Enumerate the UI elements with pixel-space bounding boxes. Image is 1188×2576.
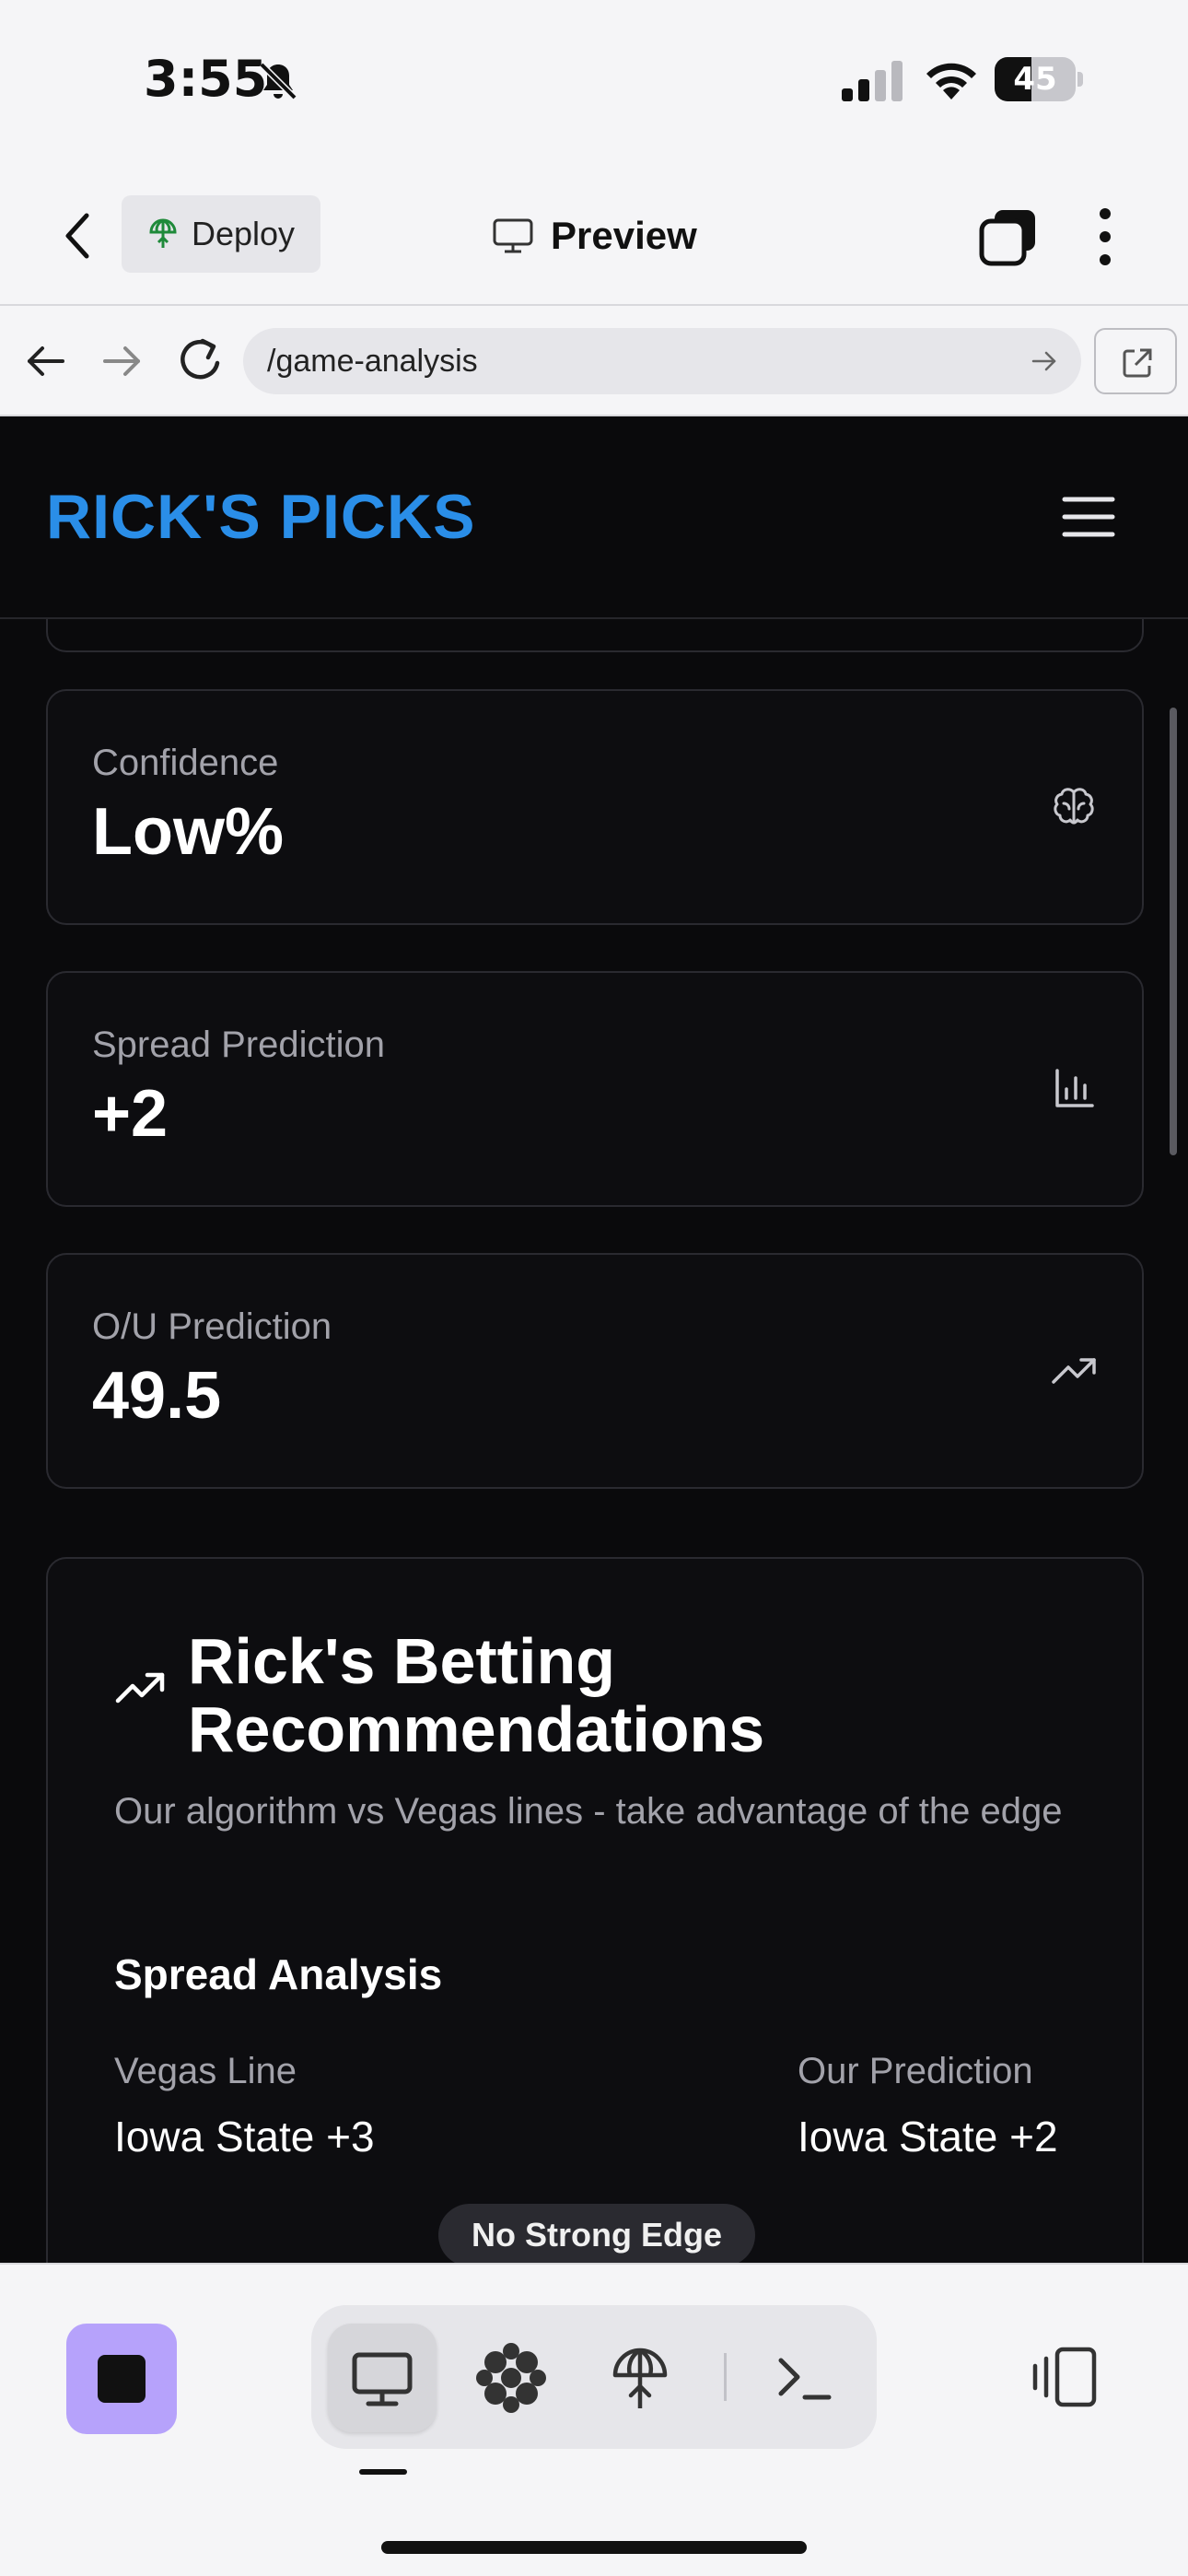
browser-url-bar: /game-analysis — [0, 306, 1188, 416]
battery-indicator: 45 — [995, 57, 1083, 101]
url-field[interactable]: /game-analysis — [243, 328, 1081, 394]
wifi-icon — [926, 63, 976, 100]
status-bar: 3:55 45 — [0, 0, 1188, 166]
previous-card — [46, 619, 1144, 652]
back-chevron-icon[interactable] — [57, 208, 98, 263]
mode-workspace-button[interactable] — [457, 2324, 565, 2432]
open-external-button[interactable] — [1094, 328, 1177, 394]
stat-label: Confidence — [92, 743, 279, 783]
more-menu-icon[interactable] — [1087, 205, 1124, 269]
mode-terminal-button[interactable] — [750, 2324, 858, 2432]
vegas-line-value: Iowa State +3 — [114, 2113, 375, 2160]
recommendations-subtitle: Our algorithm vs Vegas lines - take adva… — [114, 1791, 1063, 1832]
site-header: RICK'S PICKS — [0, 418, 1188, 619]
active-mode-indicator — [359, 2469, 407, 2475]
brain-icon — [1054, 788, 1094, 825]
bar-chart-icon — [1055, 1069, 1094, 1107]
stop-icon — [98, 2355, 146, 2403]
page-content[interactable]: Confidence Low% Spread Prediction +2 O/U… — [0, 619, 1188, 2263]
tabs-switcher-icon[interactable] — [978, 206, 1039, 267]
stat-value: 49.5 — [92, 1359, 222, 1433]
edge-status-badge: No Strong Edge — [438, 2204, 755, 2263]
terminal-icon — [778, 2358, 832, 2400]
bell-slash-icon — [259, 62, 297, 100]
scrollbar[interactable] — [1170, 708, 1177, 1155]
reload-icon[interactable] — [175, 334, 227, 387]
recommendations-title: Rick's Betting Recommendations — [188, 1625, 765, 1765]
mode-divider — [724, 2353, 727, 2401]
home-indicator — [381, 2541, 807, 2554]
hamburger-menu-icon[interactable] — [1061, 494, 1116, 540]
external-link-icon — [1123, 348, 1152, 378]
preview-label: Preview — [551, 214, 697, 257]
mode-switcher — [311, 2305, 877, 2449]
stat-card-ou-prediction: O/U Prediction 49.5 — [46, 1253, 1144, 1489]
mode-deploy-button[interactable] — [586, 2324, 694, 2432]
site-logo[interactable]: RICK'S PICKS — [46, 481, 475, 553]
status-time: 3:55 — [144, 50, 268, 108]
vegas-line-label: Vegas Line — [114, 2051, 297, 2091]
stat-card-confidence: Confidence Low% — [46, 689, 1144, 925]
bottom-toolbar — [0, 2263, 1188, 2576]
preview-desktop-icon — [352, 2352, 413, 2406]
stat-card-spread-prediction: Spread Prediction +2 — [46, 971, 1144, 1207]
trending-up-icon — [1052, 1358, 1096, 1384]
stat-value: +2 — [92, 1077, 169, 1151]
our-prediction-value: Iowa State +2 — [798, 2113, 1058, 2160]
nav-back-icon[interactable] — [22, 337, 70, 385]
stop-button[interactable] — [66, 2324, 177, 2434]
spread-analysis-heading: Spread Analysis — [114, 1950, 443, 1998]
betting-recommendations-card: Rick's Betting Recommendations Our algor… — [46, 1557, 1144, 2263]
trending-up-icon — [115, 1672, 165, 1704]
grid-blobs-icon — [476, 2343, 546, 2413]
our-prediction-label: Our Prediction — [798, 2051, 1033, 2091]
url-text: /game-analysis — [267, 344, 478, 379]
stat-label: Spread Prediction — [92, 1025, 385, 1065]
preview-title: Preview — [492, 206, 697, 265]
stat-value: Low% — [92, 795, 284, 869]
deploy-icon — [612, 2348, 668, 2408]
app-toolbar: Deploy Preview — [0, 166, 1188, 306]
deploy-button[interactable]: Deploy — [122, 195, 320, 273]
cellular-signal-icon — [842, 61, 903, 101]
url-go-arrow-icon[interactable] — [1030, 346, 1059, 376]
battery-percent: 45 — [1013, 61, 1057, 98]
device-frame-icon[interactable] — [1030, 2346, 1100, 2408]
monitor-icon — [493, 218, 533, 253]
stat-label: O/U Prediction — [92, 1306, 332, 1347]
mode-preview-button[interactable] — [328, 2324, 437, 2432]
nav-forward-icon[interactable] — [98, 337, 146, 385]
deploy-label: Deploy — [192, 215, 296, 252]
deploy-icon — [149, 218, 177, 248]
